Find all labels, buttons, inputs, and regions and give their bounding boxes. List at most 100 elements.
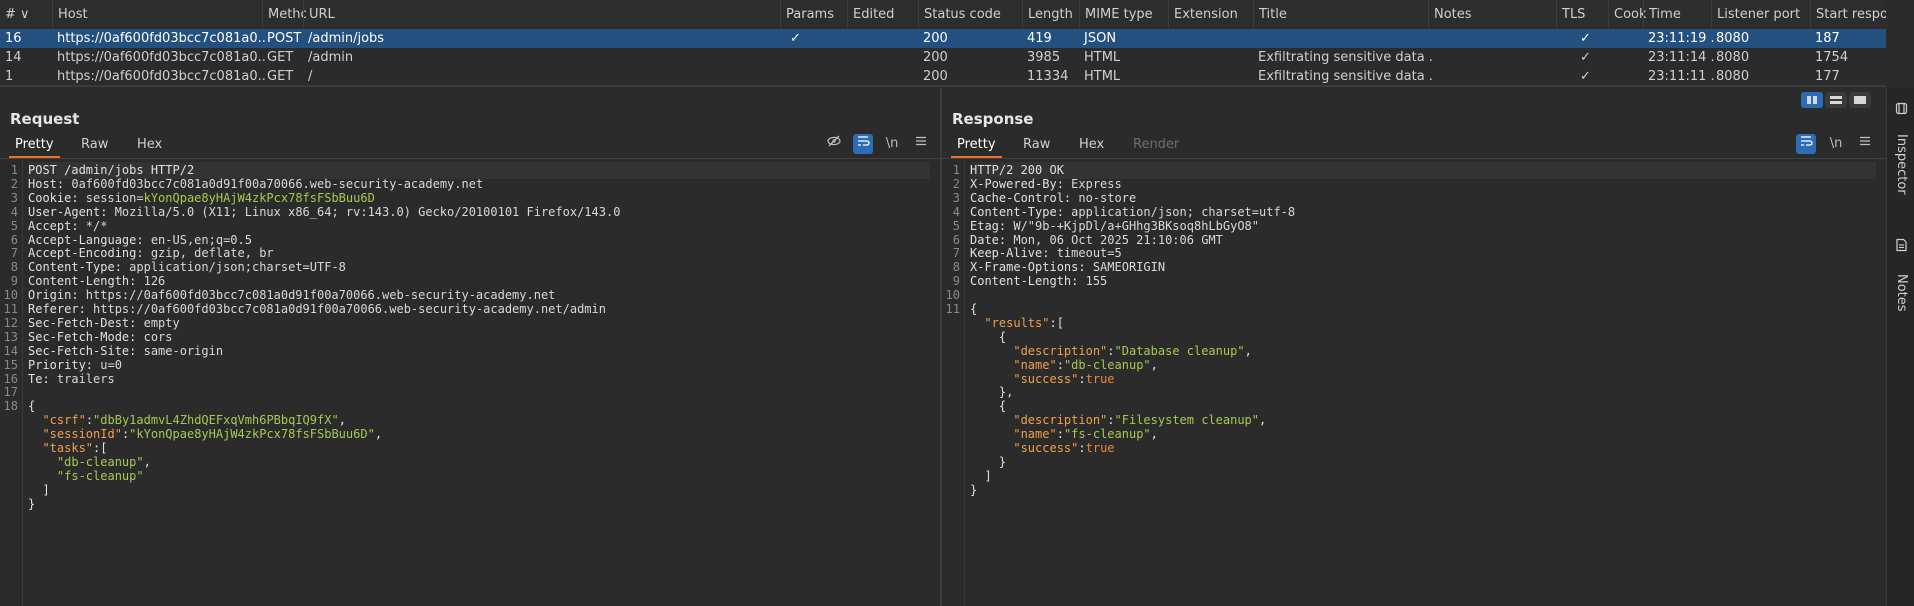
- split-vertical-icon[interactable]: [1825, 92, 1847, 108]
- col-header-cookies[interactable]: Cook: [1608, 0, 1646, 29]
- row-method: GET: [267, 69, 294, 84]
- row-params: [780, 48, 850, 67]
- row-edited: [847, 67, 917, 86]
- split-horizontal-icon[interactable]: [1801, 92, 1823, 108]
- code-token: "dbBy1admvL4ZhdQEFxqVmh6PBbqIQ9fX": [93, 413, 339, 428]
- col-header-status-code[interactable]: Status code: [918, 0, 1025, 29]
- col-header-mime-type[interactable]: MIME type: [1079, 0, 1171, 29]
- code-token: Referer:: [28, 302, 94, 316]
- newline-icon[interactable]: \n: [1826, 134, 1846, 154]
- notes-icon: [1894, 238, 1908, 252]
- response-editor[interactable]: 1 2 3 4 5 6 7 8 9 10 11 HTTP/2 200 OK X-Powered-By:…: [942, 160, 1886, 606]
- single-panel-icon[interactable]: [1849, 92, 1871, 108]
- response-title: Response: [952, 110, 1034, 128]
- side-tab-inspector-label: Inspector: [1894, 134, 1909, 195]
- row-tls: ✓: [1580, 31, 1591, 46]
- code-token: Etag:: [970, 218, 1014, 233]
- response-tab-hex[interactable]: Hex: [1073, 132, 1110, 158]
- response-tab-pretty[interactable]: Pretty: [951, 132, 1002, 158]
- row-title: Exfiltrating sensitive data ...: [1258, 69, 1433, 84]
- row-host: https://0af600fd03bcc7c081a0...: [57, 69, 267, 84]
- code-token: "results": [984, 315, 1050, 330]
- row-port: 8080: [1716, 50, 1750, 65]
- row-cookies: [1608, 67, 1646, 86]
- col-header-edited[interactable]: Edited: [847, 0, 917, 29]
- code-token: true: [1085, 371, 1115, 386]
- code-token: Accept:: [28, 218, 86, 233]
- table-row[interactable]: 14 https://0af600fd03bcc7c081a0... GET/adm…: [0, 48, 1886, 67]
- row-time: 23:11:11 ...: [1648, 69, 1716, 84]
- col-header-notes[interactable]: Notes: [1428, 0, 1561, 29]
- code-token: ]: [970, 468, 992, 483]
- wrap-icon[interactable]: [1796, 134, 1816, 154]
- code-token: {: [970, 399, 1007, 414]
- code-token: HTTP/2 200 OK: [970, 163, 1064, 177]
- col-header-start-response[interactable]: Start response: [1810, 0, 1886, 29]
- row-length: 3985: [1027, 50, 1061, 65]
- code-token: timeout=5: [1056, 246, 1122, 261]
- response-tab-render[interactable]: Render: [1127, 132, 1185, 158]
- menu-icon[interactable]: [911, 134, 931, 154]
- newline-icon[interactable]: \n: [882, 134, 902, 154]
- response-code[interactable]: HTTP/2 200 OK X-Powered-By: Express Cache-…: [970, 160, 1886, 606]
- code-token: Sec-Fetch-Dest:: [28, 315, 144, 330]
- row-host: https://0af600fd03bcc7c081a0...: [57, 31, 267, 46]
- request-code[interactable]: POST /admin/jobs HTTP/2 Host: 0af600fd03b…: [28, 160, 940, 606]
- col-header-time[interactable]: Time: [1643, 0, 1716, 29]
- code-token: "kYonQpae8yHAjW4zkPcx78fsFSbBuu6D": [129, 427, 375, 442]
- code-token: }: [970, 454, 1007, 469]
- code-token: Cache-Control:: [970, 190, 1079, 205]
- col-header-url[interactable]: URL: [303, 0, 783, 29]
- code-token: Mon, 06 Oct 2025 21:10:06 GMT: [1013, 232, 1223, 247]
- code-token: {: [28, 399, 36, 414]
- menu-icon[interactable]: [1855, 134, 1875, 154]
- code-token: :: [1078, 371, 1086, 386]
- request-tab-pretty[interactable]: Pretty: [9, 132, 60, 158]
- row-cookies: [1608, 29, 1646, 48]
- code-line: }: [970, 482, 977, 499]
- code-token: empty: [143, 315, 180, 330]
- code-token: W/"9b-+KjpDl/a+GHhg3BKsoq8hLbGyO8": [1013, 218, 1259, 233]
- eye-slash-icon[interactable]: [824, 134, 844, 154]
- col-header-method[interactable]: Metho: [262, 0, 306, 29]
- response-tab-raw[interactable]: Raw: [1017, 132, 1056, 158]
- col-header-tls[interactable]: TLS: [1556, 0, 1614, 29]
- code-line: Te: trailers: [28, 371, 115, 388]
- col-header-listener-port[interactable]: Listener port: [1711, 0, 1814, 29]
- table-row[interactable]: 1 https://0af600fd03bcc7c081a0... GET / 200 1…: [0, 67, 1886, 86]
- code-token: ,: [1244, 343, 1252, 358]
- table-splitter[interactable]: [0, 85, 1886, 87]
- code-token: }: [970, 482, 978, 497]
- col-header-title[interactable]: Title: [1253, 0, 1433, 29]
- code-token: :[: [93, 441, 108, 455]
- col-header-extension[interactable]: Extension: [1168, 0, 1258, 29]
- code-token: https://0af600fd03bcc7c081a0d91f00a70066…: [93, 302, 606, 316]
- col-header-length[interactable]: Length: [1022, 0, 1082, 29]
- row-cookies: [1608, 48, 1646, 67]
- col-header-params[interactable]: Params: [780, 0, 850, 29]
- wrap-icon[interactable]: [853, 134, 873, 154]
- code-token: "fs-cleanup": [1063, 427, 1151, 442]
- code-token: Content-Type:: [970, 204, 1072, 219]
- request-tab-raw[interactable]: Raw: [75, 132, 114, 158]
- side-tab-notes[interactable]: Notes: [1887, 238, 1914, 348]
- code-token: "success": [1013, 371, 1079, 386]
- row-notes: [1428, 29, 1561, 48]
- request-editor[interactable]: 1 2 3 4 5 6 7 8 9 10 11 12 13 14 15 16 17 18 POST /admin/…: [0, 160, 940, 606]
- row-number: 16: [5, 31, 22, 46]
- code-token: :: [1056, 357, 1064, 372]
- side-tab-inspector[interactable]: Inspector: [1887, 88, 1914, 208]
- col-header-number[interactable]: # ∨: [0, 0, 52, 29]
- code-token: en-US,en;q=0.5: [150, 232, 252, 247]
- code-token: true: [1085, 441, 1115, 455]
- table-row[interactable]: 16 https://0af600fd03bcc7c081a0... POST/ad…: [0, 29, 1886, 48]
- code-token: 126: [143, 274, 166, 289]
- request-tab-hex[interactable]: Hex: [131, 132, 168, 158]
- row-extension: [1168, 48, 1258, 67]
- row-extension: [1168, 29, 1258, 48]
- col-header-host[interactable]: Host: [52, 0, 267, 29]
